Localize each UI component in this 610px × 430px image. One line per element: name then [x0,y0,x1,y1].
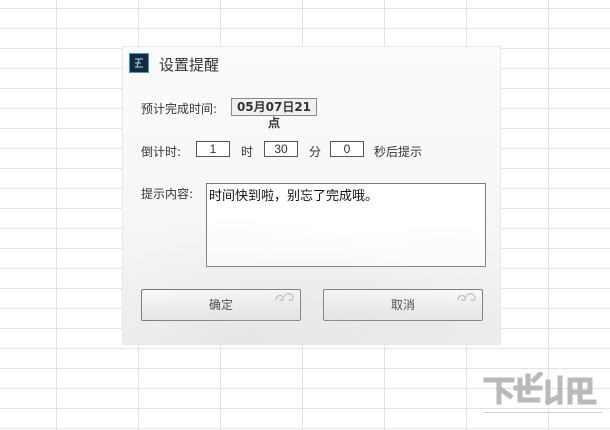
estimated-time-value: 05月07日21点 [231,98,317,130]
confirm-button[interactable]: 确定 [141,289,301,321]
reminder-content-textarea[interactable]: 时间快到啦，别忘了完成哦。 [206,183,486,267]
seconds-suffix-label: 秒后提示 [374,145,423,159]
minutes-input[interactable]: 30 [264,141,298,157]
minutes-unit-label: 分 [309,145,322,159]
dialog-titlebar: 设置提醒 [123,47,500,81]
cloud-swirl-icon [275,293,294,301]
site-watermark-icon [483,372,602,413]
hours-unit-label: 时 [241,145,254,159]
app-logo-icon [129,53,149,73]
dialog-title: 设置提醒 [159,56,220,74]
set-reminder-dialog: 设置提醒 预计完成时间: 05月07日21点 倒计时: 1 时 30 分 0 秒… [123,47,500,344]
confirm-button-label: 确定 [208,298,233,312]
cancel-button-label: 取消 [390,298,415,312]
estimated-time-label: 预计完成时间: [141,102,218,116]
countdown-label: 倒计时: [141,145,182,159]
cancel-button[interactable]: 取消 [323,289,483,321]
seconds-input[interactable]: 0 [330,141,364,157]
cloud-swirl-icon [457,293,476,301]
hours-input[interactable]: 1 [196,141,230,157]
content-label: 提示内容: [141,187,194,201]
